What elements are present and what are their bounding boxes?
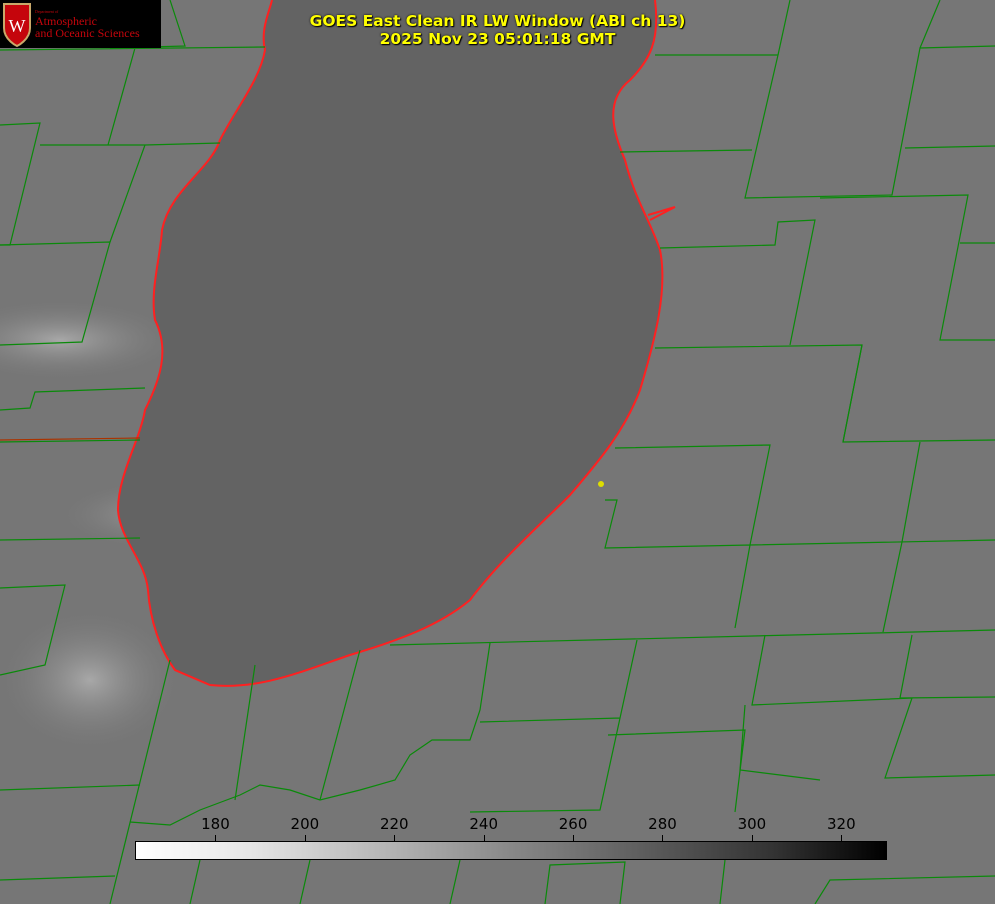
colorbar-tick-mark <box>573 835 575 841</box>
colorbar-tick-label: 180 <box>201 815 230 833</box>
satellite-image-viewer: GOES East Clean IR LW Window (ABI ch 13)… <box>0 0 995 904</box>
logo-name: Atmospheric and Oceanic Sciences <box>35 15 140 39</box>
colorbar-tick-label: 320 <box>826 815 856 833</box>
colorbar-tick-label: 200 <box>290 815 320 833</box>
colorbar-tick-mark <box>751 835 753 841</box>
colorbar <box>135 841 887 860</box>
svg-text:W: W <box>9 16 26 36</box>
satellite-map <box>0 0 995 904</box>
colorbar-tick-label: 280 <box>648 815 677 833</box>
colorbar-tick-label: 300 <box>737 815 767 833</box>
colorbar-tick-label: 220 <box>379 815 409 833</box>
location-marker <box>598 481 604 487</box>
colorbar-tick-mark <box>662 835 664 841</box>
logo-name-line2: and Oceanic Sciences <box>35 26 140 40</box>
aos-logo: W Department of Atmospheric and Oceanic … <box>0 0 161 48</box>
colorbar-tick-mark <box>841 835 843 841</box>
colorbar-tick-mark <box>215 835 217 841</box>
colorbar-tick-mark <box>483 835 485 841</box>
uw-crest-icon: W <box>3 3 31 48</box>
colorbar-tick-mark <box>394 835 396 841</box>
colorbar-tick-mark <box>304 835 306 841</box>
colorbar-tick-label: 260 <box>558 815 588 833</box>
colorbar-tick-label: 240 <box>469 815 498 833</box>
